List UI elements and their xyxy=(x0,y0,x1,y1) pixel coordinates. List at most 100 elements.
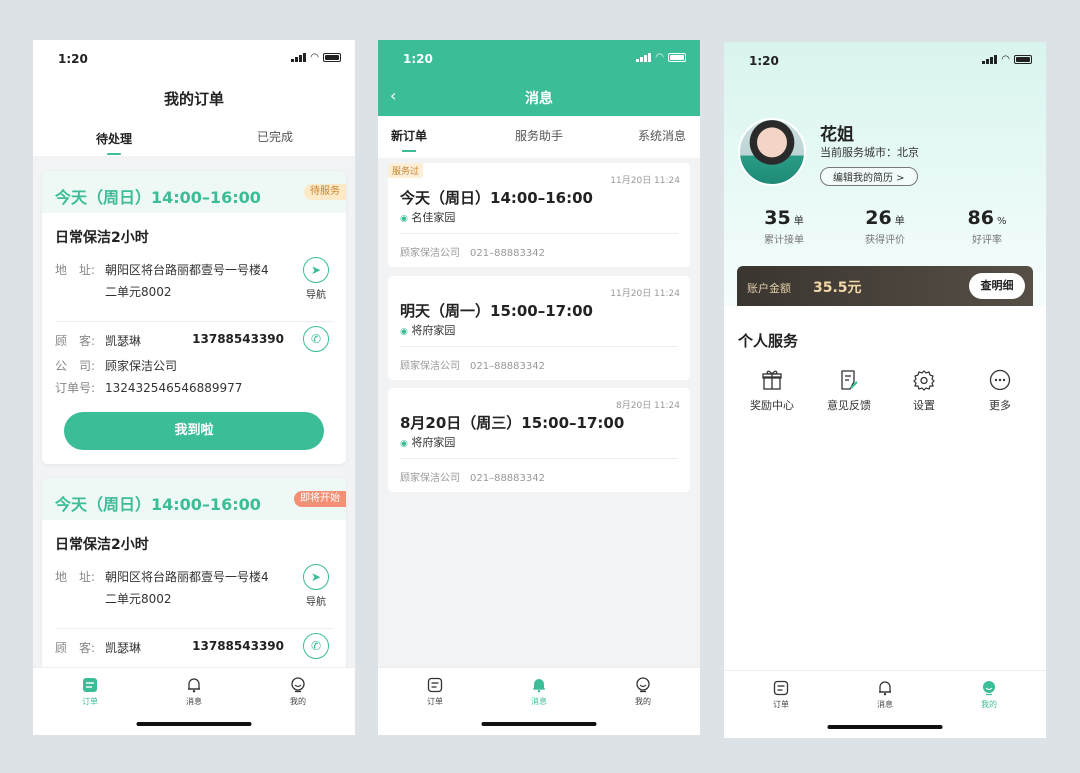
service-more[interactable]: 更多 xyxy=(970,368,1030,413)
service-name: 日常保洁2小时 xyxy=(55,230,149,246)
call-button[interactable]: ✆ xyxy=(302,633,330,659)
address: 地 址: 朝阳区将台路丽都壹号一号楼4 二单元8002 xyxy=(55,570,269,606)
tab-bar: 订单 消息 我的 xyxy=(724,670,1046,738)
messages-screen: 1:20 ◠ ‹ 消息 新订单 服务助手 系统消息 服务过 11月20日 11:… xyxy=(378,40,700,735)
order-time: 今天（周日）14:00–16:00 xyxy=(55,495,261,514)
bell-icon xyxy=(876,679,894,697)
call-button[interactable]: ✆ xyxy=(302,326,330,352)
wifi-icon: ◠ xyxy=(655,52,664,63)
navigate-button[interactable]: ➤ 导航 xyxy=(302,564,330,608)
customer-phone: 13788543390 xyxy=(192,332,284,346)
home-indicator xyxy=(136,722,252,726)
customer-row: 顾 客: 凯瑟琳 xyxy=(55,641,142,655)
status-bar: 1:20 ◠ xyxy=(724,42,1046,80)
status-badge: 即将开始 xyxy=(294,491,346,507)
company-row: 公 司: 顾家保洁公司 xyxy=(55,359,178,373)
location-pin-icon: ◉ xyxy=(400,327,408,337)
page-title: 我的订单 xyxy=(163,90,224,108)
phone-icon: ✆ xyxy=(303,326,329,352)
location: ◉ 名佳家园 xyxy=(400,211,456,224)
company-info: 顾家保洁公司 021–88883342 xyxy=(400,473,545,484)
tab-mine[interactable]: 我的 xyxy=(273,676,323,707)
location: ◉ 将府家园 xyxy=(400,436,456,449)
tab-orders[interactable]: 订单 xyxy=(410,676,460,707)
battery-icon xyxy=(668,53,686,62)
gear-icon xyxy=(894,368,954,392)
customer-row: 顾 客: 凯瑟琳 xyxy=(55,334,142,348)
tab-system-messages[interactable]: 系统消息 xyxy=(638,127,686,144)
order-number-row: 订单号: 132432546546889977 xyxy=(55,381,243,395)
avatar[interactable] xyxy=(738,118,806,186)
message-card[interactable]: 11月20日 11:24 明天（周一）15:00–17:00 ◉ 将府家园 顾家… xyxy=(388,276,690,380)
message-tabs: 新订单 服务助手 系统消息 xyxy=(378,116,700,158)
status-bar: 1:20 ◠ xyxy=(378,40,700,78)
tab-messages[interactable]: 消息 xyxy=(860,679,910,710)
message-date: 8月20日 11:24 xyxy=(616,401,680,411)
order-list-icon xyxy=(426,676,444,694)
order-list-icon xyxy=(81,676,99,694)
service-rewards[interactable]: 奖励中心 xyxy=(742,368,802,413)
message-date: 11月20日 11:24 xyxy=(610,289,680,299)
divider xyxy=(400,233,678,234)
order-card[interactable]: 今天（周日）14:00–16:00 即将开始 日常保洁2小时 地 址: 朝阳区将… xyxy=(42,478,346,667)
tab-messages[interactable]: 消息 xyxy=(514,676,564,707)
tab-service-assistant[interactable]: 服务助手 xyxy=(515,127,563,144)
company-info: 顾家保洁公司 021–88883342 xyxy=(400,361,545,372)
service-settings[interactable]: 设置 xyxy=(894,368,954,413)
navigate-button[interactable]: ➤ 导航 xyxy=(302,257,330,301)
stat-reviews: 26 单 获得评价 xyxy=(865,207,905,246)
wifi-icon: ◠ xyxy=(310,52,319,63)
edit-resume-button[interactable]: 编辑我的简历 > xyxy=(820,167,918,186)
profile-icon xyxy=(634,676,652,694)
wifi-icon: ◠ xyxy=(1001,54,1010,65)
page-title: 消息 xyxy=(525,91,553,107)
battery-icon xyxy=(323,53,341,62)
company-info: 顾家保洁公司 021–88883342 xyxy=(400,248,545,259)
divider xyxy=(400,346,678,347)
signal-icon xyxy=(982,55,998,64)
tab-mine[interactable]: 我的 xyxy=(964,679,1014,710)
service-feedback[interactable]: 意见反馈 xyxy=(819,368,879,413)
tab-new-orders[interactable]: 新订单 xyxy=(391,127,427,144)
gift-icon xyxy=(742,368,802,392)
service-city: 当前服务城市：北京 xyxy=(820,146,919,159)
message-date: 11月20日 11:24 xyxy=(610,176,680,186)
message-card[interactable]: 8月20日 11:24 8月20日（周三）15:00–17:00 ◉ 将府家园 … xyxy=(388,388,690,492)
order-list-icon xyxy=(772,679,790,697)
tab-bar: 订单 消息 我的 xyxy=(378,667,700,735)
profile-screen: 1:20 ◠ 花姐 当前服务城市：北京 编辑我的简历 > 35 单 累计接单 26… xyxy=(724,42,1046,738)
balance-amount: 35.5元 xyxy=(813,280,862,296)
served-tag: 服务过 xyxy=(388,163,424,178)
phone-icon: ✆ xyxy=(303,633,329,659)
divider xyxy=(400,458,678,459)
view-details-button[interactable]: 查明细 xyxy=(969,273,1025,299)
battery-icon xyxy=(1014,55,1032,64)
tab-bar: 订单 消息 我的 xyxy=(33,667,355,735)
order-time: 今天（周日）14:00–16:00 xyxy=(55,188,261,207)
home-indicator xyxy=(827,725,943,729)
customer-phone: 13788543390 xyxy=(192,639,284,653)
bell-icon xyxy=(185,676,203,694)
divider xyxy=(55,628,333,629)
tab-completed[interactable]: 已完成 xyxy=(257,128,293,145)
message-time: 明天（周一）15:00–17:00 xyxy=(400,302,593,320)
tab-orders[interactable]: 订单 xyxy=(756,679,806,710)
section-title: 个人服务 xyxy=(738,332,799,350)
more-icon xyxy=(970,368,1030,392)
stat-rating: 86% 好评率 xyxy=(967,207,1007,246)
location: ◉ 将府家园 xyxy=(400,324,456,337)
order-card[interactable]: 今天（周日）14:00–16:00 待服务 日常保洁2小时 地 址: 朝阳区将台… xyxy=(42,171,346,464)
tab-mine[interactable]: 我的 xyxy=(618,676,668,707)
signal-icon xyxy=(291,53,307,62)
tab-pending[interactable]: 待处理 xyxy=(96,130,132,147)
tab-messages[interactable]: 消息 xyxy=(169,676,219,707)
status-time: 1:20 xyxy=(58,52,88,66)
message-card[interactable]: 服务过 11月20日 11:24 今天（周日）14:00–16:00 ◉ 名佳家… xyxy=(388,163,690,267)
profile-icon xyxy=(980,679,998,697)
profile-icon xyxy=(289,676,307,694)
profile-header: 1:20 ◠ 花姐 当前服务城市：北京 编辑我的简历 > 35 单 累计接单 26… xyxy=(724,42,1046,306)
arrived-button[interactable]: 我到啦 xyxy=(64,412,324,450)
tab-orders[interactable]: 订单 xyxy=(65,676,115,707)
navigation-arrow-icon: ➤ xyxy=(303,257,329,283)
stat-orders: 35 单 累计接单 xyxy=(764,207,804,246)
